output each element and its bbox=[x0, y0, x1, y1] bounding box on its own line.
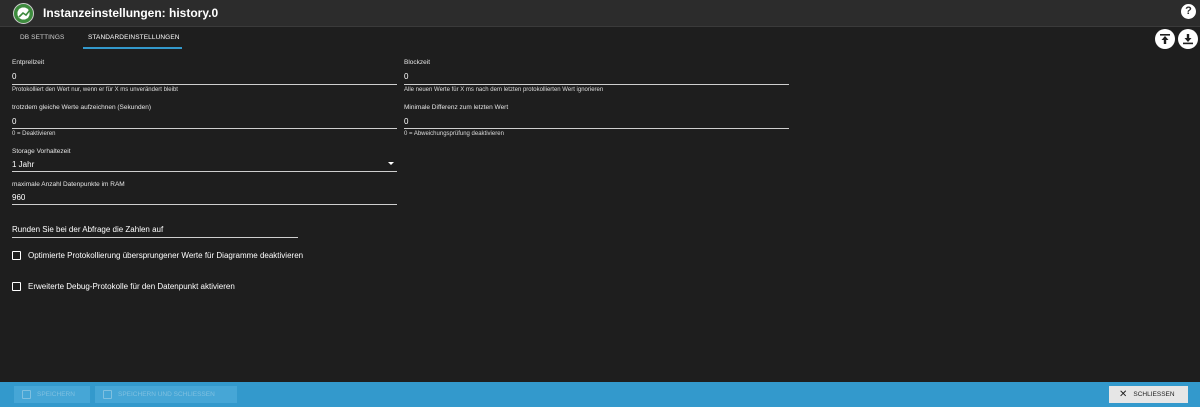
save-button-label: SPEICHERN bbox=[37, 391, 75, 398]
optimized-logging-checkbox[interactable] bbox=[12, 251, 21, 260]
close-button[interactable]: ✕ SCHLIESSEN bbox=[1109, 386, 1188, 403]
max-ram-underline bbox=[12, 204, 397, 205]
runden-input[interactable]: Runden Sie bei der Abfrage die Zahlen au… bbox=[12, 225, 163, 234]
save-and-close-label: SPEICHERN UND SCHLIESSEN bbox=[118, 391, 215, 398]
tab-bar: DB SETTINGS STANDARDEINSTELLUNGEN bbox=[0, 27, 1200, 49]
debug-logging-checkbox[interactable] bbox=[12, 282, 21, 291]
storage-label: Storage Vorhaltezeit bbox=[12, 148, 71, 155]
save-and-close-button[interactable]: SPEICHERN UND SCHLIESSEN bbox=[95, 386, 237, 403]
close-icon: ✕ bbox=[1119, 389, 1128, 400]
entprellzeit-input[interactable]: 0 bbox=[12, 72, 16, 81]
storage-select[interactable]: 1 Jahr bbox=[12, 160, 34, 169]
blockzeit-label: Blockzeit bbox=[404, 59, 431, 66]
download-icon bbox=[1183, 34, 1193, 45]
app-logo-icon bbox=[13, 3, 34, 24]
gleiche-werte-help: 0 = Deaktivieren bbox=[12, 131, 56, 137]
max-ram-label: maximale Anzahl Datenpunkte im RAM bbox=[12, 181, 125, 188]
entprellzeit-underline bbox=[12, 84, 397, 85]
min-diff-underline bbox=[404, 128, 789, 129]
runden-underline bbox=[12, 237, 298, 238]
blockzeit-input[interactable]: 0 bbox=[404, 72, 408, 81]
blockzeit-underline bbox=[404, 84, 789, 85]
debug-logging-label: Erweiterte Debug-Protokolle für den Date… bbox=[28, 282, 235, 291]
title-bar: Instanzeinstellungen: history.0 ? bbox=[0, 0, 1200, 27]
tab-standardeinstellungen[interactable]: STANDARDEINSTELLUNGEN bbox=[88, 34, 180, 41]
save-button[interactable]: SPEICHERN bbox=[14, 386, 90, 403]
dialog-title: Instanzeinstellungen: history.0 bbox=[43, 6, 219, 20]
entprellzeit-help: Protokolliert den Wert nur, wenn er für … bbox=[12, 87, 178, 93]
help-icon[interactable]: ? bbox=[1181, 4, 1196, 19]
min-diff-input[interactable]: 0 bbox=[404, 117, 408, 126]
min-diff-help: 0 = Abweichungsprüfung deaktivieren bbox=[404, 131, 504, 137]
active-tab-indicator bbox=[83, 47, 182, 49]
save-icon bbox=[22, 390, 31, 399]
storage-underline bbox=[12, 171, 397, 172]
min-diff-label: Minimale Differenz zum letzten Wert bbox=[404, 104, 509, 111]
upload-icon bbox=[1160, 34, 1170, 44]
chevron-down-icon[interactable] bbox=[388, 162, 394, 165]
download-button[interactable] bbox=[1178, 29, 1198, 49]
max-ram-input[interactable]: 960 bbox=[12, 193, 25, 202]
blockzeit-help: Alle neuen Werte für X ms nach dem letzt… bbox=[404, 87, 604, 93]
close-button-label: SCHLIESSEN bbox=[1133, 391, 1175, 398]
optimized-logging-label: Optimierte Protokollierung übersprungene… bbox=[28, 251, 304, 260]
tab-db-settings[interactable]: DB SETTINGS bbox=[20, 34, 64, 41]
footer-bar: SPEICHERN SPEICHERN UND SCHLIESSEN ✕ SCH… bbox=[0, 382, 1200, 407]
upload-button[interactable] bbox=[1155, 29, 1175, 49]
gleiche-werte-input[interactable]: 0 bbox=[12, 117, 16, 126]
entprellzeit-label: Entprellzeit bbox=[12, 59, 45, 66]
gleiche-werte-underline bbox=[12, 128, 397, 129]
save-icon bbox=[103, 390, 112, 399]
gleiche-werte-label: trotzdem gleiche Werte aufzeichnen (Seku… bbox=[12, 104, 151, 111]
